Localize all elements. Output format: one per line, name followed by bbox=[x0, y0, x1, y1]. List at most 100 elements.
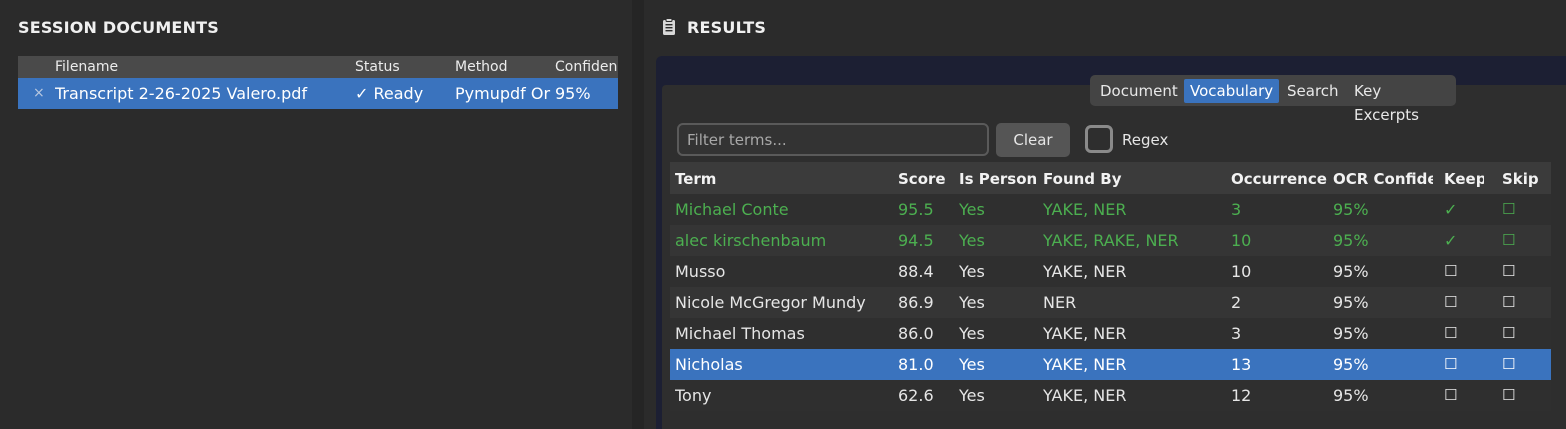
column-header-status[interactable]: Status bbox=[355, 59, 455, 75]
keep-checkbox[interactable]: ✓ bbox=[1444, 200, 1484, 219]
regex-checkbox[interactable] bbox=[1085, 125, 1113, 153]
document-method: Pymupdf Or bbox=[455, 84, 551, 103]
keep-checkbox[interactable]: ☐ bbox=[1444, 293, 1484, 311]
panel-splitter[interactable] bbox=[632, 0, 644, 429]
column-header-method[interactable]: Method bbox=[455, 59, 553, 75]
skip-checkbox[interactable]: ☐ bbox=[1502, 231, 1542, 249]
ocr-confidence-cell: 95% bbox=[1333, 293, 1369, 312]
skip-checkbox[interactable]: ☐ bbox=[1502, 386, 1542, 404]
found-by-cell: YAKE, NER bbox=[1043, 386, 1127, 405]
clipboard-icon bbox=[663, 18, 675, 35]
tab-search[interactable]: Search bbox=[1281, 79, 1345, 103]
skip-checkbox[interactable]: ☐ bbox=[1502, 324, 1542, 342]
is-person-cell: Yes bbox=[959, 231, 985, 250]
table-row[interactable]: Tony 62.6 Yes YAKE, NER 12 95% ☐ ☐ bbox=[670, 380, 1551, 411]
document-status: ✓ Ready bbox=[355, 84, 424, 103]
score-cell: 95.5 bbox=[898, 200, 934, 219]
is-person-cell: Yes bbox=[959, 386, 985, 405]
vocabulary-table: Term Score Is Person Found By Occurrence… bbox=[670, 162, 1551, 411]
is-person-cell: Yes bbox=[959, 262, 985, 281]
found-by-cell: YAKE, NER bbox=[1043, 262, 1127, 281]
term-cell: alec kirschenbaum bbox=[675, 231, 827, 250]
document-row[interactable]: × Transcript 2-26-2025 Valero.pdf ✓ Read… bbox=[18, 78, 618, 109]
column-header-term[interactable]: Term bbox=[675, 170, 897, 188]
score-cell: 88.4 bbox=[898, 262, 934, 281]
clear-button[interactable]: Clear bbox=[996, 123, 1070, 157]
found-by-cell: NER bbox=[1043, 293, 1077, 312]
score-cell: 81.0 bbox=[898, 355, 934, 374]
found-by-cell: YAKE, NER bbox=[1043, 200, 1127, 219]
keep-checkbox[interactable]: ☐ bbox=[1444, 355, 1484, 373]
results-panel: RESULTS Document Vocabulary Search Key E… bbox=[644, 0, 1566, 429]
skip-checkbox[interactable]: ☐ bbox=[1502, 293, 1542, 311]
score-cell: 94.5 bbox=[898, 231, 934, 250]
keep-checkbox[interactable]: ✓ bbox=[1444, 231, 1484, 250]
is-person-cell: Yes bbox=[959, 293, 985, 312]
occurrences-cell: 10 bbox=[1231, 262, 1252, 281]
term-cell: Michael Thomas bbox=[675, 324, 805, 343]
results-title: RESULTS bbox=[687, 18, 767, 37]
term-cell: Nicole McGregor Mundy bbox=[675, 293, 866, 312]
found-by-cell: YAKE, NER bbox=[1043, 355, 1127, 374]
found-by-cell: YAKE, RAKE, NER bbox=[1043, 231, 1179, 250]
term-cell: Nicholas bbox=[675, 355, 743, 374]
is-person-cell: Yes bbox=[959, 355, 985, 374]
keep-checkbox[interactable]: ☐ bbox=[1444, 386, 1484, 404]
score-cell: 62.6 bbox=[898, 386, 934, 405]
keep-checkbox[interactable]: ☐ bbox=[1444, 324, 1484, 342]
occurrences-cell: 2 bbox=[1231, 293, 1242, 312]
score-cell: 86.9 bbox=[898, 293, 934, 312]
regex-label: Regex bbox=[1122, 131, 1169, 149]
occurrences-cell: 3 bbox=[1231, 324, 1242, 343]
column-header-confidence[interactable]: Confidence bbox=[555, 59, 618, 75]
ocr-confidence-cell: 95% bbox=[1333, 200, 1369, 219]
occurrences-cell: 3 bbox=[1231, 200, 1242, 219]
is-person-cell: Yes bbox=[959, 324, 985, 343]
ocr-confidence-cell: 95% bbox=[1333, 386, 1369, 405]
tab-key-excerpts[interactable]: Key Excerpts bbox=[1348, 79, 1456, 124]
is-person-cell: Yes bbox=[959, 200, 985, 219]
skip-checkbox[interactable]: ☐ bbox=[1502, 355, 1542, 373]
occurrences-cell: 10 bbox=[1231, 231, 1252, 250]
vocabulary-table-header: Term Score Is Person Found By Occurrence… bbox=[670, 162, 1551, 194]
found-by-cell: YAKE, NER bbox=[1043, 324, 1127, 343]
ocr-confidence-cell: 95% bbox=[1333, 262, 1369, 281]
ocr-confidence-cell: 95% bbox=[1333, 324, 1369, 343]
app-window: SESSION DOCUMENTS Filename Status Method… bbox=[0, 0, 1566, 429]
skip-checkbox[interactable]: ☐ bbox=[1502, 200, 1542, 218]
score-cell: 86.0 bbox=[898, 324, 934, 343]
results-tab-bar: Document Vocabulary Search Key Excerpts bbox=[1090, 75, 1456, 124]
documents-table-header: Filename Status Method Confidence bbox=[18, 56, 618, 78]
remove-document-icon[interactable]: × bbox=[33, 85, 49, 101]
column-header-is-person[interactable]: Is Person bbox=[959, 170, 1039, 188]
ocr-confidence-cell: 95% bbox=[1333, 355, 1369, 374]
session-documents-panel: SESSION DOCUMENTS Filename Status Method… bbox=[0, 0, 632, 429]
column-header-occurrences[interactable]: Occurrences bbox=[1231, 170, 1327, 188]
column-header-filename[interactable]: Filename bbox=[55, 59, 355, 75]
table-row[interactable]: Michael Conte 95.5 Yes YAKE, NER 3 95% ✓… bbox=[670, 194, 1551, 225]
table-row[interactable]: Musso 88.4 Yes YAKE, NER 10 95% ☐ ☐ bbox=[670, 256, 1551, 287]
column-header-found-by[interactable]: Found By bbox=[1043, 170, 1231, 188]
term-cell: Tony bbox=[675, 386, 712, 405]
column-header-ocr-confidence[interactable]: OCR Confidence bbox=[1333, 170, 1433, 188]
table-row[interactable]: Michael Thomas 86.0 Yes YAKE, NER 3 95% … bbox=[670, 318, 1551, 349]
session-documents-title: SESSION DOCUMENTS bbox=[18, 18, 219, 37]
ocr-confidence-cell: 95% bbox=[1333, 231, 1369, 250]
filter-terms-input[interactable] bbox=[677, 123, 989, 156]
term-cell: Musso bbox=[675, 262, 726, 281]
document-confidence: 95% bbox=[555, 84, 591, 103]
keep-checkbox[interactable]: ☐ bbox=[1444, 262, 1484, 280]
occurrences-cell: 13 bbox=[1231, 355, 1252, 374]
document-filename: Transcript 2-26-2025 Valero.pdf bbox=[55, 84, 308, 103]
tab-vocabulary[interactable]: Vocabulary bbox=[1184, 79, 1280, 103]
table-row[interactable]: Nicholas 81.0 Yes YAKE, NER 13 95% ☐ ☐ bbox=[670, 349, 1551, 380]
tab-document[interactable]: Document bbox=[1094, 79, 1184, 103]
column-header-keep[interactable]: Keep bbox=[1444, 170, 1484, 188]
term-cell: Michael Conte bbox=[675, 200, 789, 219]
column-header-score[interactable]: Score bbox=[898, 170, 958, 188]
occurrences-cell: 12 bbox=[1231, 386, 1252, 405]
column-header-skip[interactable]: Skip bbox=[1502, 170, 1542, 188]
table-row[interactable]: alec kirschenbaum 94.5 Yes YAKE, RAKE, N… bbox=[670, 225, 1551, 256]
skip-checkbox[interactable]: ☐ bbox=[1502, 262, 1542, 280]
table-row[interactable]: Nicole McGregor Mundy 86.9 Yes NER 2 95%… bbox=[670, 287, 1551, 318]
